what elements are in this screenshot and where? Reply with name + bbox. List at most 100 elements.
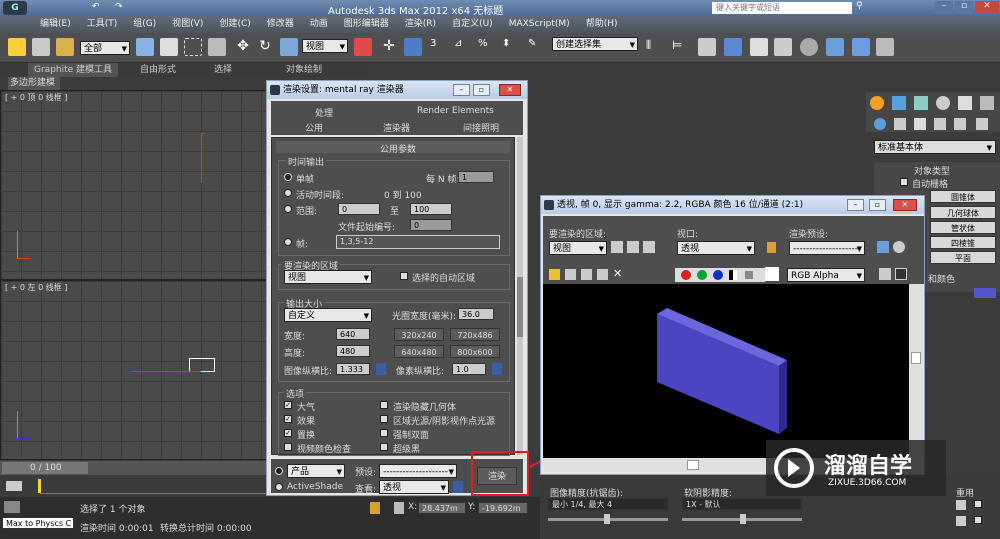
status-left-icon[interactable] bbox=[4, 501, 20, 513]
track-bar[interactable] bbox=[0, 475, 266, 497]
menu-item[interactable]: 渲染(R) bbox=[405, 16, 436, 33]
menu-item[interactable]: 帮助(H) bbox=[586, 16, 618, 33]
select-manipulate-icon[interactable]: ✛ bbox=[380, 38, 398, 56]
option-checkbox[interactable] bbox=[284, 443, 292, 451]
tab-object-paint[interactable]: 对象绘制 bbox=[286, 63, 322, 77]
layer-manager-icon[interactable] bbox=[698, 38, 716, 56]
reuse-map-checkbox[interactable] bbox=[974, 516, 982, 524]
blue-channel-icon[interactable] bbox=[713, 270, 723, 280]
lock-view-icon[interactable] bbox=[453, 481, 463, 493]
frame-area-dropdown[interactable]: 视图 ▼ bbox=[549, 241, 607, 255]
lights-icon[interactable] bbox=[914, 118, 926, 130]
option-checkbox[interactable] bbox=[380, 401, 388, 409]
x-coordinate-field[interactable]: 28.437m bbox=[418, 502, 466, 514]
option-checkbox[interactable] bbox=[380, 429, 388, 437]
minimize-button[interactable]: – bbox=[935, 1, 953, 14]
unlink-icon[interactable] bbox=[32, 38, 50, 56]
frame-preset-dropdown[interactable]: -------------------- ▼ bbox=[789, 241, 865, 255]
pyramid-button[interactable]: 四棱锥 bbox=[930, 236, 996, 249]
lock-pixel-aspect-icon[interactable] bbox=[492, 363, 502, 375]
channel-dropdown[interactable]: RGB Alpha ▼ bbox=[787, 268, 865, 282]
frames-radio[interactable] bbox=[284, 238, 292, 246]
option-checkbox[interactable]: ✓ bbox=[284, 429, 292, 437]
timeline-key-icon[interactable] bbox=[6, 481, 22, 491]
environment-icon[interactable] bbox=[893, 241, 905, 253]
lock-aspect-icon[interactable] bbox=[376, 363, 386, 375]
tab-freeform[interactable]: 自由形式 bbox=[140, 63, 176, 77]
tab-selection[interactable]: 选择 bbox=[214, 63, 232, 77]
menu-item[interactable]: 动画 bbox=[310, 16, 328, 33]
cone-button[interactable]: 圆锥体 bbox=[930, 190, 996, 203]
tab-render-elements[interactable]: Render Elements bbox=[417, 106, 494, 116]
scale-icon[interactable] bbox=[280, 38, 298, 56]
product-dropdown[interactable]: 产品 ▼ bbox=[287, 464, 345, 478]
maxscript-listener[interactable]: Max to Physcs C bbox=[2, 517, 74, 529]
copy-image-icon[interactable] bbox=[565, 269, 576, 280]
align-icon[interactable]: ⊨ bbox=[672, 38, 690, 56]
output-size-dropdown[interactable]: 自定义 ▼ bbox=[284, 308, 372, 322]
frame-maximize-button[interactable]: ▫ bbox=[869, 199, 886, 211]
auto-region-checkbox[interactable] bbox=[400, 272, 408, 280]
crop-region-icon[interactable] bbox=[643, 241, 655, 253]
select-object-icon[interactable] bbox=[136, 38, 154, 56]
helpers-icon[interactable] bbox=[954, 118, 966, 130]
range-radio[interactable] bbox=[284, 205, 292, 213]
y-coordinate-field[interactable]: -19.692m bbox=[478, 502, 528, 514]
rotate-icon[interactable]: ↻ bbox=[256, 38, 274, 56]
file-start-field[interactable]: 0 bbox=[410, 219, 452, 231]
spinner-snap-icon[interactable]: ⬍ bbox=[502, 38, 520, 56]
image-aspect-field[interactable]: 1.333 bbox=[336, 363, 370, 375]
move-icon[interactable]: ✥ bbox=[234, 38, 252, 56]
reference-coord-dropdown[interactable]: 视图 ▼ bbox=[302, 39, 348, 53]
named-selection-dropdown[interactable]: 创建选择集 ▼ bbox=[552, 37, 638, 51]
option-checkbox[interactable]: ✓ bbox=[284, 415, 292, 423]
rendered-image[interactable] bbox=[543, 284, 909, 458]
mono-channel-icon[interactable] bbox=[745, 271, 753, 279]
maximize-button[interactable]: ▫ bbox=[955, 1, 973, 14]
dialog-maximize-button[interactable]: ▫ bbox=[473, 84, 490, 96]
save-image-icon[interactable] bbox=[549, 269, 560, 280]
menu-item[interactable]: 图形编辑器 bbox=[344, 16, 389, 33]
frame-close-button[interactable]: ✕ bbox=[893, 199, 917, 211]
alpha-channel-icon[interactable] bbox=[729, 270, 737, 280]
modify-tab-icon[interactable] bbox=[892, 96, 906, 110]
option-checkbox[interactable] bbox=[380, 443, 388, 451]
preset-800x600-button[interactable]: 800x600 bbox=[450, 345, 500, 358]
lock-selection-icon[interactable] bbox=[370, 502, 380, 514]
height-field[interactable]: 480 bbox=[336, 345, 370, 357]
menu-item[interactable]: 组(G) bbox=[133, 16, 156, 33]
every-n-field[interactable]: 1 bbox=[458, 171, 494, 183]
tab-indirect-illum[interactable]: 间接照明 bbox=[463, 121, 499, 134]
menu-item[interactable]: 工具(T) bbox=[87, 16, 118, 33]
schematic-view-icon[interactable] bbox=[774, 38, 792, 56]
reuse-map-icon[interactable] bbox=[956, 516, 966, 526]
render-preset-dropdown[interactable]: -------------------- ▼ bbox=[379, 464, 457, 478]
plane-button[interactable]: 平面 bbox=[930, 251, 996, 264]
geosphere-button[interactable]: 几何球体 bbox=[930, 206, 996, 219]
preset-720x486-button[interactable]: 720x486 bbox=[450, 328, 500, 341]
menu-item[interactable]: 修改器 bbox=[267, 16, 294, 33]
auto-region-icon[interactable] bbox=[627, 241, 639, 253]
range-from-field[interactable]: 0 bbox=[338, 203, 380, 215]
display-tab-icon[interactable] bbox=[958, 96, 972, 110]
cameras-icon[interactable] bbox=[934, 118, 946, 130]
render-production-icon[interactable] bbox=[876, 38, 894, 56]
image-precision-field[interactable]: 最小 1/4, 最大 4 bbox=[548, 498, 668, 510]
render-setup-icon[interactable] bbox=[826, 38, 844, 56]
menu-item[interactable]: 创建(C) bbox=[219, 16, 250, 33]
clone-frame-icon[interactable] bbox=[581, 269, 592, 280]
percent-snap-icon[interactable]: % bbox=[478, 38, 496, 56]
menu-item[interactable]: 视图(V) bbox=[172, 16, 203, 33]
hierarchy-tab-icon[interactable] bbox=[914, 96, 928, 110]
frame-viewport-dropdown[interactable]: 透视 ▼ bbox=[677, 241, 755, 255]
curve-editor-icon[interactable] bbox=[750, 38, 768, 56]
bind-space-warp-icon[interactable] bbox=[56, 38, 74, 56]
keyboard-shortcut-icon[interactable] bbox=[404, 38, 422, 56]
pixel-aspect-field[interactable]: 1.0 bbox=[452, 363, 486, 375]
edit-region-icon[interactable] bbox=[611, 241, 623, 253]
undo-icon[interactable]: ↶ bbox=[92, 2, 104, 14]
menu-item[interactable]: 自定义(U) bbox=[452, 16, 493, 33]
pivot-icon[interactable] bbox=[354, 38, 372, 56]
dialog-scrollbar[interactable] bbox=[517, 137, 523, 455]
rendered-frame-icon[interactable] bbox=[852, 38, 870, 56]
